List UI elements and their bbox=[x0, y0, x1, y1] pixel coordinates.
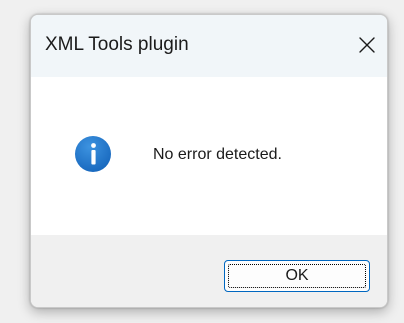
info-icon bbox=[75, 136, 111, 172]
message-text: No error detected. bbox=[153, 146, 282, 163]
dialog-content: No error detected. bbox=[31, 77, 387, 235]
message-dialog: XML Tools plugin No error detected. OK bbox=[30, 14, 388, 308]
dialog-footer: OK bbox=[31, 235, 387, 307]
dialog-title: XML Tools plugin bbox=[45, 34, 189, 55]
ok-button[interactable]: OK bbox=[224, 260, 370, 292]
close-icon bbox=[359, 37, 375, 53]
dialog-titlebar[interactable]: XML Tools plugin bbox=[31, 15, 387, 77]
ok-button-label: OK bbox=[285, 267, 309, 284]
close-button[interactable] bbox=[347, 23, 387, 67]
